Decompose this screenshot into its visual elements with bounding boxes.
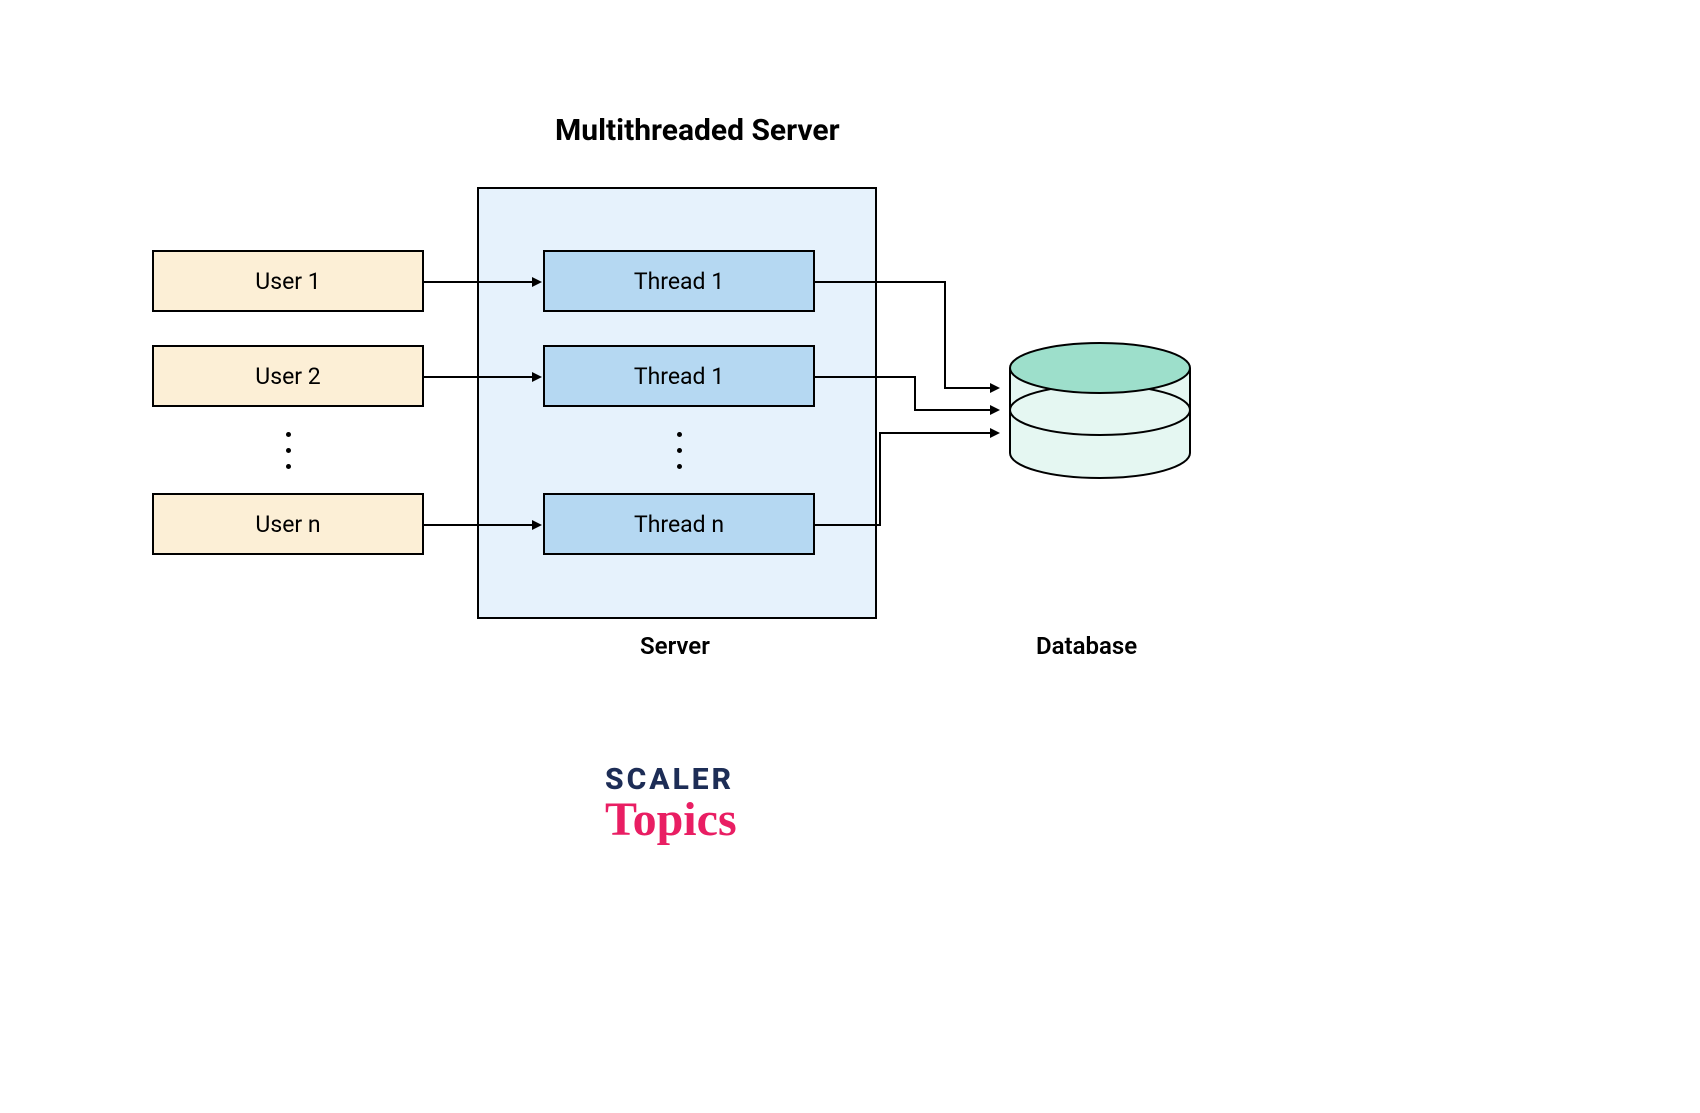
user-box-n: User n [152,493,424,555]
user-label-1: User 1 [255,268,320,295]
connector-thread2-to-db [815,365,1015,425]
database-label: Database [1036,632,1137,660]
thread-ellipsis-dot [677,464,682,469]
database-icon [1000,308,1200,508]
user-ellipsis-dot [286,448,291,453]
user-ellipsis-dot [286,432,291,437]
thread-box-2: Thread 1 [543,345,815,407]
arrow-user2-to-thread2 [424,370,544,384]
user-ellipsis-dot [286,464,291,469]
user-box-2: User 2 [152,345,424,407]
topics-logo-text: Topics [605,792,737,847]
thread-ellipsis-dot [677,432,682,437]
user-box-1: User 1 [152,250,424,312]
thread-label-n: Thread n [634,511,724,538]
thread-box-n: Thread n [543,493,815,555]
thread-box-1: Thread 1 [543,250,815,312]
arrow-usern-to-threadn [424,518,544,532]
diagram-title: Multithreaded Server [555,113,840,148]
user-label-2: User 2 [255,363,320,390]
connector-threadn-to-db [815,425,1015,535]
thread-label-2: Thread 1 [634,363,724,390]
server-label: Server [640,632,710,660]
arrow-user1-to-thread1 [424,275,544,289]
thread-label-1: Thread 1 [634,268,724,295]
thread-ellipsis-dot [677,448,682,453]
user-label-n: User n [255,511,320,538]
